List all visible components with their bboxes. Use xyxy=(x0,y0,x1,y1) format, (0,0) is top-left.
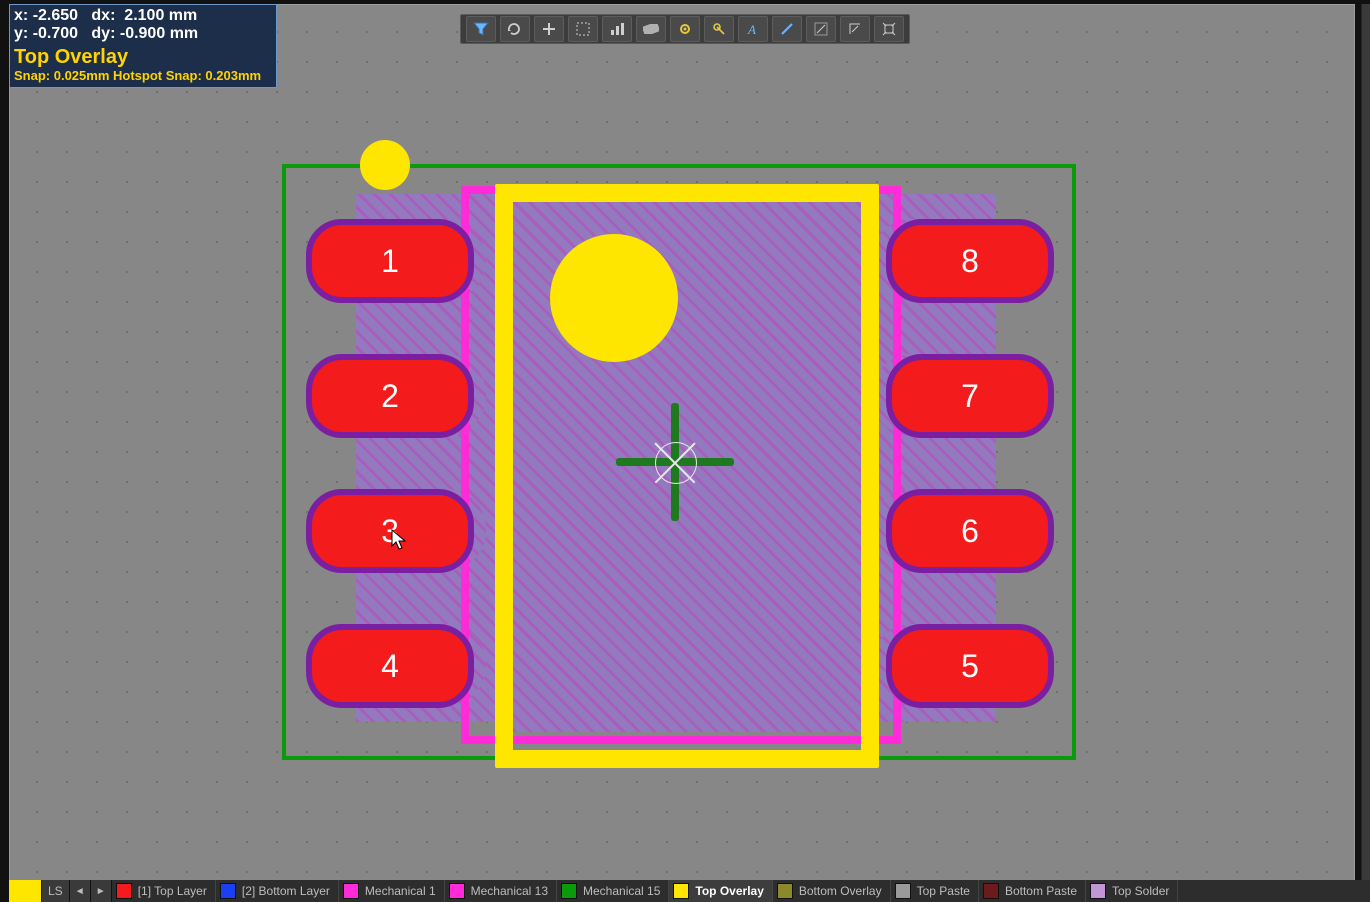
pad-number: 3 xyxy=(381,513,399,550)
pad-6[interactable]: 6 xyxy=(886,489,1054,573)
layer-tab-label: Top Overlay xyxy=(695,884,763,898)
layer-color-swatch xyxy=(343,883,359,899)
pin1-dot-small xyxy=(360,140,410,190)
layer-tab[interactable]: Top Paste xyxy=(891,880,979,902)
pad-number: 1 xyxy=(381,243,399,280)
layer-tab[interactable]: Top Solder xyxy=(1086,880,1178,902)
pad-number: 6 xyxy=(961,513,979,550)
pad-number: 7 xyxy=(961,378,979,415)
layer-tab-label: Top Paste xyxy=(917,884,970,898)
layer-tab-label: [2] Bottom Layer xyxy=(242,884,330,898)
layer-color-swatch xyxy=(983,883,999,899)
layer-nav-prev[interactable]: ◄ xyxy=(70,880,91,902)
pin1-dot-large xyxy=(550,234,678,362)
layer-nav-next[interactable]: ► xyxy=(91,880,112,902)
pad-1[interactable]: 1 xyxy=(306,219,474,303)
layer-tab[interactable]: Mechanical 15 xyxy=(557,880,669,902)
pad-number: 2 xyxy=(381,378,399,415)
layer-tab-label: Bottom Paste xyxy=(1005,884,1077,898)
layer-color-swatch xyxy=(561,883,577,899)
clear-filter-button[interactable] xyxy=(500,16,530,42)
text-button[interactable]: A xyxy=(738,16,768,42)
layer-tab[interactable]: Bottom Paste xyxy=(979,880,1086,902)
fit-button[interactable] xyxy=(874,16,904,42)
layer-tab-bar: LS ◄ ► [1] Top Layer [2] Bottom Layer Mech… xyxy=(9,880,1370,902)
pad-8[interactable]: 8 xyxy=(886,219,1054,303)
add-button[interactable] xyxy=(534,16,564,42)
layer-color-swatch xyxy=(220,883,236,899)
pad-number: 4 xyxy=(381,648,399,685)
origin-move-button[interactable] xyxy=(704,16,734,42)
pad-number: 8 xyxy=(961,243,979,280)
layer-color-swatch xyxy=(1090,883,1106,899)
pad-4[interactable]: 4 xyxy=(306,624,474,708)
dimension-button[interactable] xyxy=(840,16,870,42)
layer-tab-label: Bottom Overlay xyxy=(799,884,882,898)
layer-tab-label: [1] Top Layer xyxy=(138,884,207,898)
layer-tab[interactable]: Mechanical 1 xyxy=(339,880,445,902)
pcb-canvas[interactable]: 1 2 3 4 8 7 6 5 xyxy=(9,4,1355,882)
filter-button[interactable] xyxy=(466,16,496,42)
layer-color-swatch xyxy=(777,883,793,899)
layer-color-swatch xyxy=(895,883,911,899)
origin-set-button[interactable] xyxy=(670,16,700,42)
layer-tab-label: Mechanical 15 xyxy=(583,884,660,898)
layer-tab-label: Mechanical 1 xyxy=(365,884,436,898)
pad-5[interactable]: 5 xyxy=(886,624,1054,708)
svg-text:A: A xyxy=(747,22,756,36)
layer-color-swatch xyxy=(116,883,132,899)
layer-tab-label: Mechanical 13 xyxy=(471,884,548,898)
line-button[interactable] xyxy=(772,16,802,42)
align-button[interactable] xyxy=(602,16,632,42)
selection-button[interactable] xyxy=(568,16,598,42)
pad-number: 5 xyxy=(961,648,979,685)
layer-tab[interactable]: [2] Bottom Layer xyxy=(216,880,339,902)
pad-3[interactable]: 3 xyxy=(306,489,474,573)
measure-button[interactable] xyxy=(636,16,666,42)
active-bar-toolbar: A xyxy=(460,14,910,44)
pad-2[interactable]: 2 xyxy=(306,354,474,438)
pad-7[interactable]: 7 xyxy=(886,354,1054,438)
current-layer-swatch[interactable] xyxy=(9,880,42,902)
layer-color-swatch xyxy=(673,883,689,899)
layer-tab[interactable]: Bottom Overlay xyxy=(773,880,891,902)
layer-tab[interactable]: [1] Top Layer xyxy=(112,880,216,902)
layer-set-label[interactable]: LS xyxy=(42,880,70,902)
layer-tab[interactable]: Mechanical 13 xyxy=(445,880,557,902)
right-panel-edge xyxy=(1361,4,1370,880)
layer-tab-label: Top Solder xyxy=(1112,884,1169,898)
layer-tab[interactable]: Top Overlay xyxy=(669,880,772,902)
layer-color-swatch xyxy=(449,883,465,899)
arc-button[interactable] xyxy=(806,16,836,42)
